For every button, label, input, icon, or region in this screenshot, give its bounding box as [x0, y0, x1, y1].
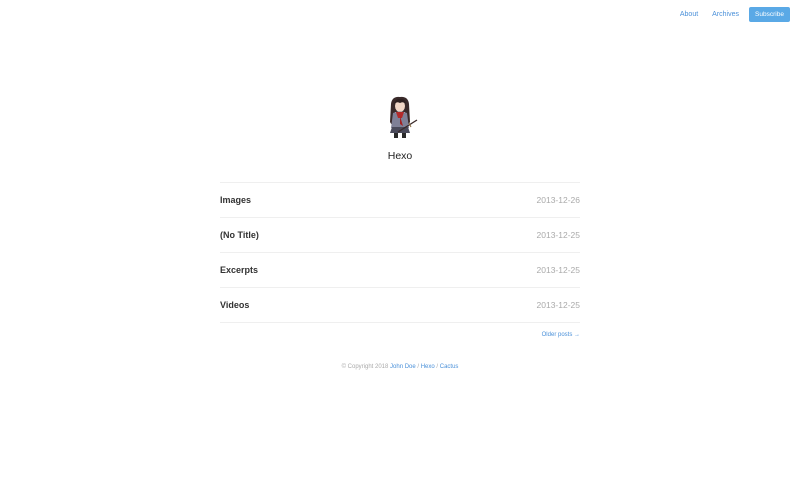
post-row: (No Title) 2013-12-25 — [220, 218, 580, 253]
post-date: 2013-12-26 — [536, 195, 580, 205]
post-row: Images 2013-12-26 — [220, 183, 580, 218]
subscribe-button[interactable]: Subscribe — [749, 7, 790, 22]
post-date: 2013-12-25 — [536, 265, 580, 275]
avatar-illustration-icon[interactable] — [382, 96, 418, 140]
post-list: Images 2013-12-26 (No Title) 2013-12-25 … — [220, 182, 580, 323]
post-title[interactable]: Excerpts — [220, 265, 258, 275]
post-title[interactable]: (No Title) — [220, 230, 259, 240]
footer-separator: / — [436, 364, 439, 370]
footer-separator: / — [417, 364, 420, 370]
theme-link[interactable]: Cactus — [440, 364, 459, 370]
footer: © Copyright 2018 John Doe / Hexo / Cactu… — [0, 364, 800, 370]
hexo-link[interactable]: Hexo — [421, 364, 435, 370]
site-title: Hexo — [387, 150, 413, 162]
post-row: Excerpts 2013-12-25 — [220, 253, 580, 288]
nav-link-about[interactable]: About — [680, 11, 698, 18]
top-nav: About Archives Subscribe — [680, 7, 790, 22]
post-date: 2013-12-25 — [536, 300, 580, 310]
post-title[interactable]: Videos — [220, 300, 249, 310]
nav-link-archives[interactable]: Archives — [712, 11, 739, 18]
post-title[interactable]: Images — [220, 195, 251, 205]
author-link[interactable]: John Doe — [390, 364, 416, 370]
copyright-text: © Copyright 2018 — [341, 364, 389, 370]
post-row: Videos 2013-12-25 — [220, 288, 580, 323]
post-date: 2013-12-25 — [536, 230, 580, 240]
older-posts-link[interactable]: Older posts → — [542, 332, 580, 338]
profile-header: Hexo — [0, 96, 800, 162]
